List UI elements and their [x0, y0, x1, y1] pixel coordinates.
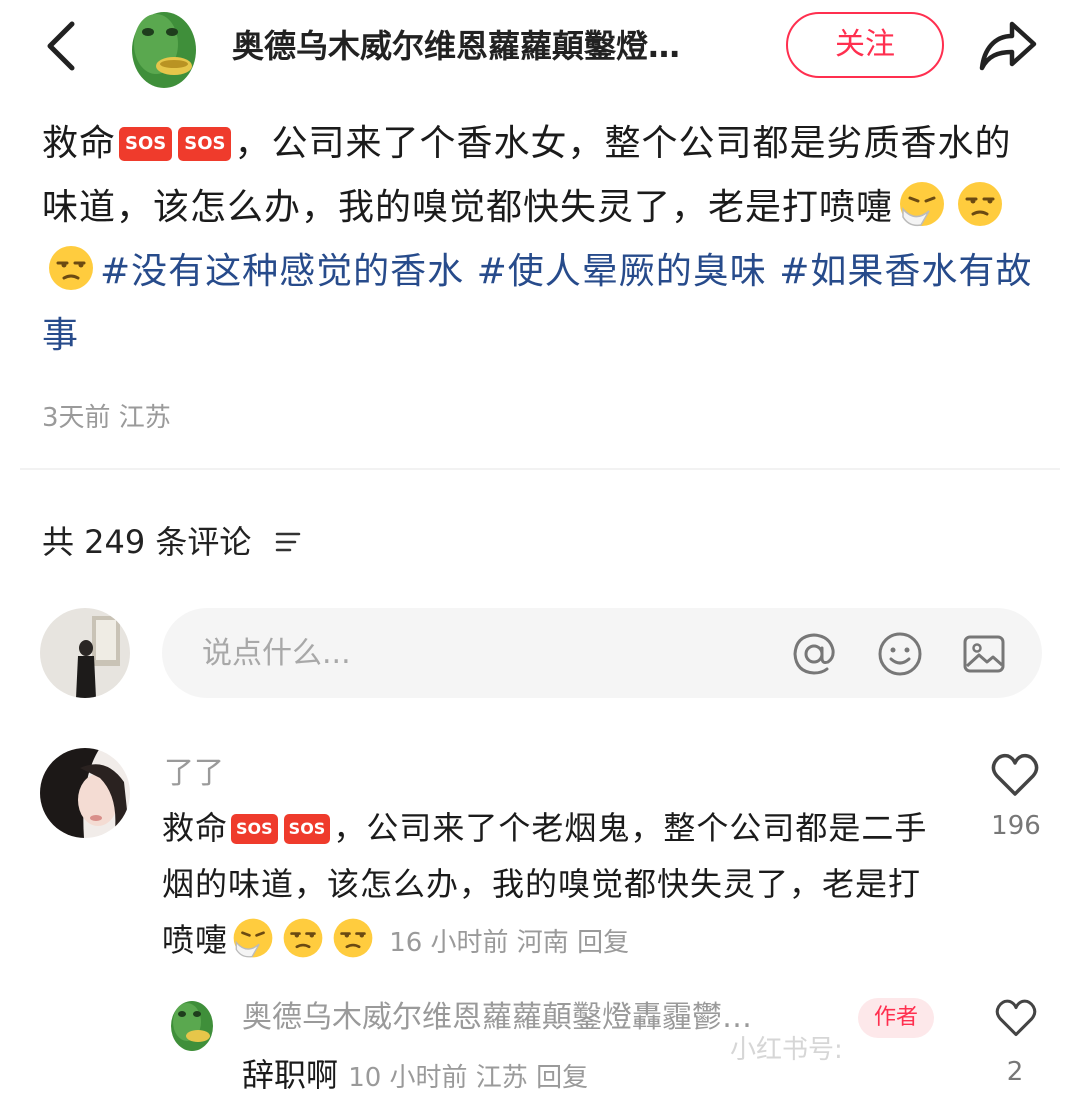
unamused-face-emoji — [49, 246, 93, 290]
post-text-start: 救命 — [42, 123, 117, 164]
comment-body: 救命 SOS SOS ，公司来了个老烟鬼，整个公司都是二手烟的味道，该怎么办，我的嗅觉… — [162, 800, 942, 971]
sneezing-face-emoji — [233, 918, 273, 958]
back-button[interactable] — [40, 18, 88, 74]
frog-mask-icon — [171, 1001, 213, 1051]
comment-count: 共 249 条评论 — [42, 523, 252, 561]
hashtag-link[interactable]: #没有这种感觉的香水 — [100, 251, 464, 292]
like-count: 196 — [991, 811, 1041, 841]
divider — [20, 468, 1060, 470]
reply-like-button[interactable] — [994, 998, 1038, 1038]
my-avatar — [40, 608, 130, 698]
author-avatar[interactable] — [126, 6, 202, 90]
reply-like-count: 2 — [1006, 1057, 1024, 1087]
unamused-face-emoji — [958, 182, 1003, 226]
back-arrow-icon — [47, 21, 75, 71]
user-avatar-icon — [40, 608, 130, 698]
image-icon — [963, 635, 1005, 673]
sos-emoji: SOS — [283, 814, 331, 844]
sort-button[interactable] — [274, 528, 302, 556]
mention-button[interactable] — [790, 630, 838, 678]
heart-icon — [995, 999, 1037, 1037]
reply-meta[interactable]: 10 小时前 江苏 回复 — [348, 1063, 588, 1093]
sos-emoji: SOS — [178, 127, 232, 161]
sos-emoji: SOS — [231, 814, 278, 844]
share-icon — [979, 21, 1037, 71]
post-body: 救命 SOS SOS ，公司来了个香水女，整个公司都是劣质香水的味道，该怎么办，我的嗅… — [42, 112, 1042, 368]
comment-text-start: 救命 — [162, 809, 229, 847]
follow-button[interactable]: 关注 — [786, 12, 944, 78]
unamused-face-emoji — [333, 918, 373, 958]
frog-mask-icon — [132, 12, 196, 88]
sos-emoji: SOS — [119, 127, 173, 161]
hashtag-link[interactable]: #使人晕厥的臭味 — [477, 251, 767, 292]
comment-meta[interactable]: 16 小时前 河南 回复 — [389, 928, 629, 958]
commenter-avatar-icon — [40, 748, 130, 838]
emoji-button[interactable] — [876, 630, 924, 678]
comment-input-placeholder[interactable]: 说点什么... — [202, 632, 351, 676]
reply-body: 辞职啊 10 小时前 江苏 回复 — [242, 1052, 588, 1101]
reply-text: 辞职啊 — [242, 1056, 339, 1094]
post-meta: 3天前 江苏 — [42, 403, 171, 433]
unamused-face-emoji — [283, 918, 323, 958]
watermark: 小红书号: — [730, 1035, 843, 1065]
sneezing-face-emoji — [900, 182, 945, 227]
image-button[interactable] — [960, 630, 1008, 678]
reply-author-avatar[interactable] — [168, 998, 216, 1052]
at-sign-icon — [793, 633, 835, 675]
heart-icon — [991, 753, 1039, 796]
commenter-name[interactable]: 了了 — [164, 752, 224, 796]
author-name[interactable]: 奥德乌木威尔维恩蘿蘿顛鑿燈… — [232, 22, 762, 70]
sort-icon — [275, 532, 301, 552]
share-button[interactable] — [978, 18, 1038, 72]
like-button[interactable] — [990, 752, 1040, 798]
smiley-icon — [878, 632, 922, 676]
author-badge: 作者 — [858, 998, 934, 1038]
commenter-avatar[interactable] — [40, 748, 130, 838]
